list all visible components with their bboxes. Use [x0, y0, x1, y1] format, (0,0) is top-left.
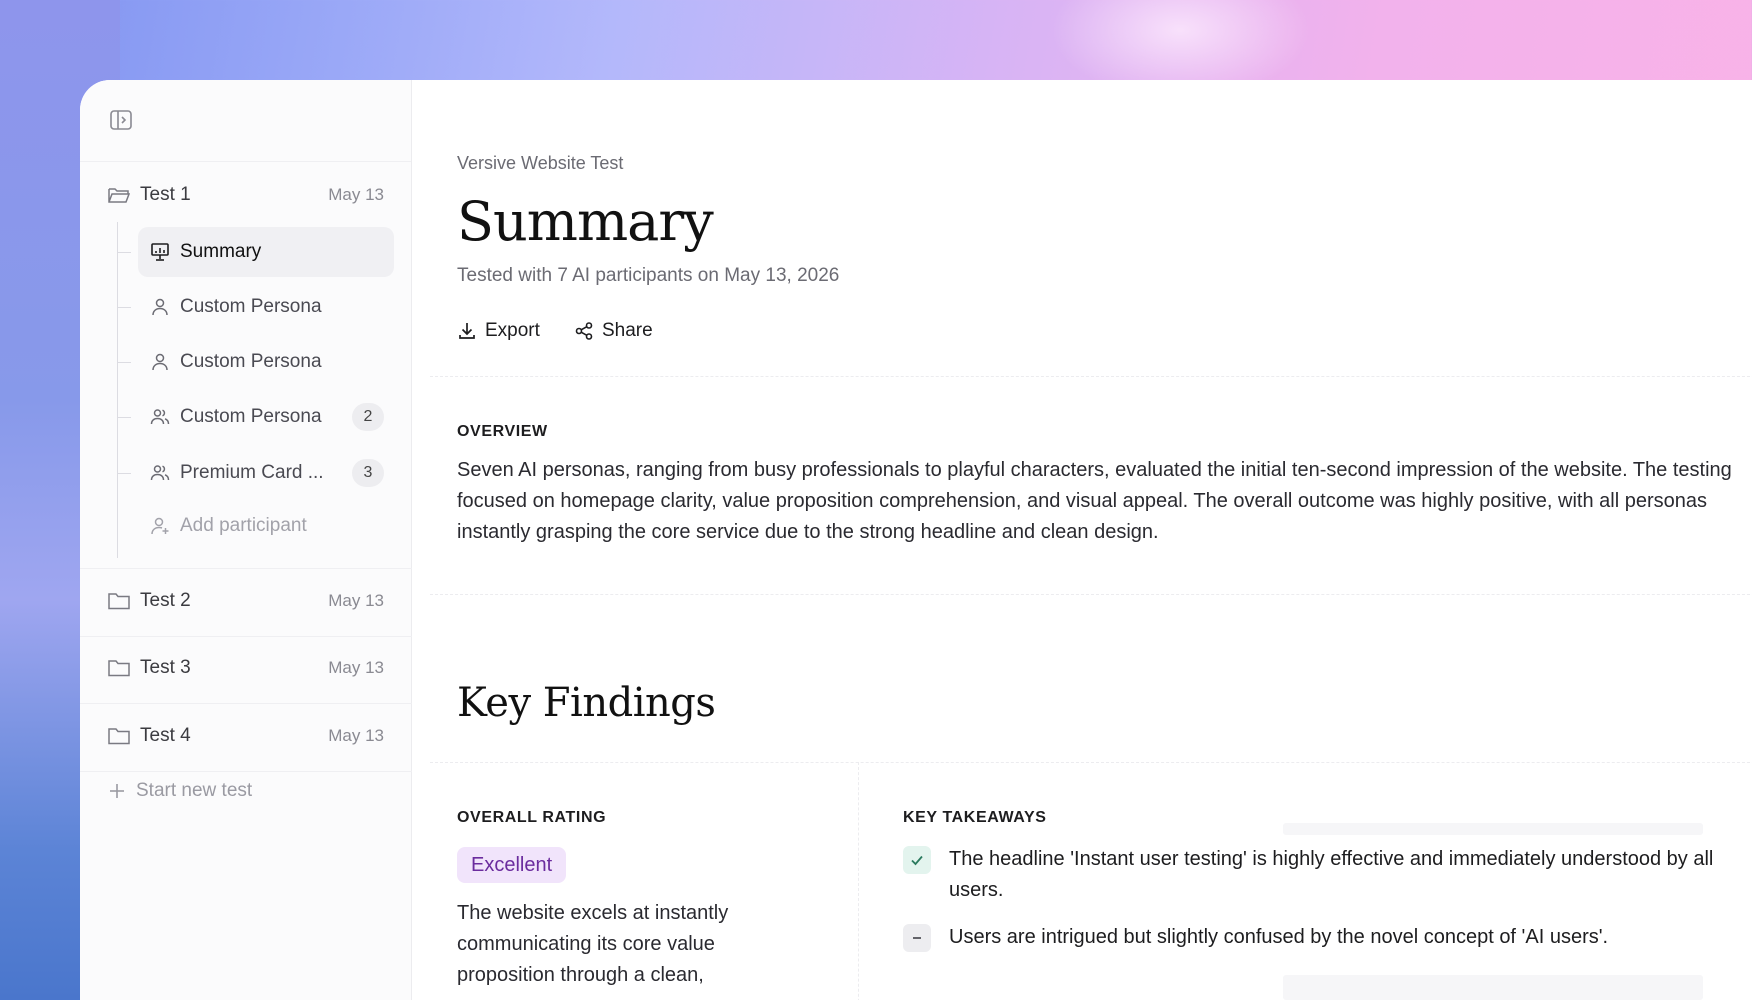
breadcrumb: Versive Website Test: [457, 153, 624, 173]
takeaway-text: Users are intrigued but slightly confuse…: [949, 926, 1609, 948]
section-divider: [430, 376, 1752, 377]
share-icon: [575, 322, 593, 340]
placeholder-bar: [1283, 975, 1703, 1000]
column-divider: [858, 762, 859, 1000]
section-divider: [430, 762, 1752, 763]
minus-icon: [903, 924, 931, 952]
takeaway-item: Users are intrigued but slightly confuse…: [903, 922, 1743, 953]
section-divider: [430, 594, 1752, 595]
rating-badge: Excellent: [457, 847, 567, 883]
page-subtitle: Tested with 7 AI participants on May 13,…: [457, 265, 840, 286]
download-icon: [459, 323, 475, 339]
key-findings-title: Key Findings: [457, 680, 716, 726]
export-button[interactable]: Export: [457, 320, 540, 342]
rating-description: The website excels at instantly communic…: [457, 902, 729, 986]
overview-label: OVERVIEW: [457, 423, 548, 440]
takeaway-text: The headline 'Instant user testing' is h…: [949, 848, 1714, 901]
takeaway-item: The headline 'Instant user testing' is h…: [903, 844, 1743, 906]
overview-text: Seven AI personas, ranging from busy pro…: [457, 459, 1732, 543]
content-layer: Versive Website Test Summary Tested with…: [80, 80, 1752, 1000]
key-takeaways-label: KEY TAKEAWAYS: [903, 809, 1047, 826]
share-label: Share: [602, 320, 653, 341]
placeholder-bar: [1283, 823, 1703, 835]
page-title: Summary: [457, 190, 714, 253]
export-label: Export: [485, 320, 540, 341]
share-button[interactable]: Share: [574, 320, 653, 342]
check-icon: [903, 846, 931, 874]
overall-rating-label: OVERALL RATING: [457, 809, 607, 826]
